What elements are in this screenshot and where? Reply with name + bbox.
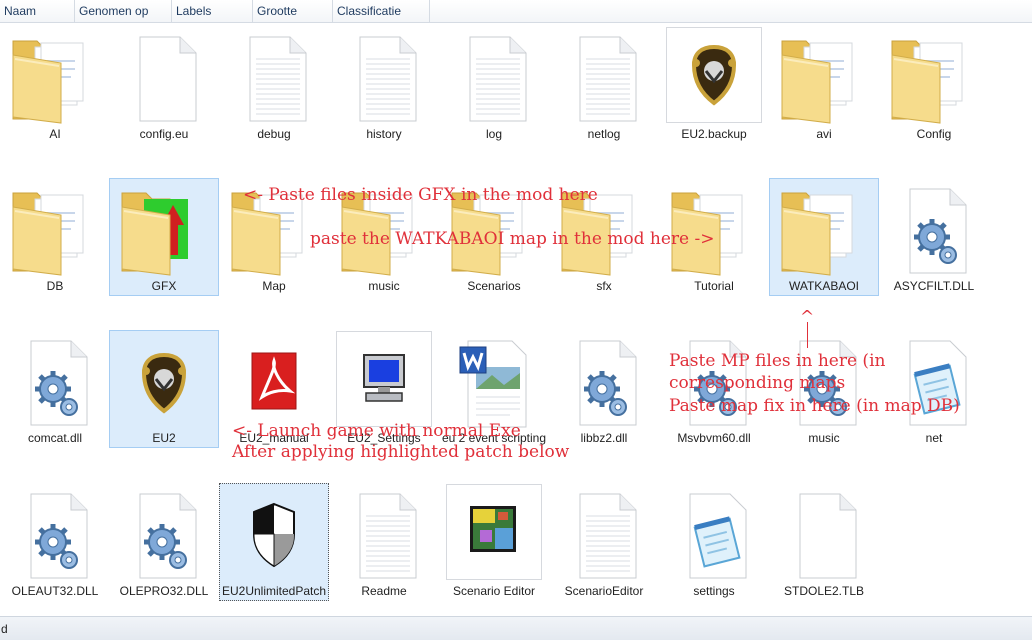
gear-icon [110, 490, 218, 582]
annotation-watkabaoi: paste the WATKABAOI map in the mod here … [310, 229, 715, 249]
file-label: Readme [361, 584, 407, 598]
gear-icon [880, 185, 988, 277]
file-label: DB [46, 279, 64, 293]
column-header-genomen-op[interactable]: Genomen op [75, 0, 172, 22]
file-item-debug[interactable]: debug [219, 26, 329, 144]
folder-icon [1, 33, 109, 125]
file-item-eu2unlimitedpatch[interactable]: EU2UnlimitedPatch [219, 483, 329, 601]
computer-icon [336, 331, 432, 427]
folder-icon [1, 185, 109, 277]
file-item-scenarioeditor[interactable]: ScenarioEditor [549, 483, 659, 601]
annotation-mp-line1: Paste MP files in here (in [669, 351, 886, 371]
column-header-naam[interactable]: Naam [0, 0, 75, 22]
file-label: Tutorial [694, 279, 734, 293]
gear-icon [1, 490, 109, 582]
annotation-launch-line2: After applying highlighted patch below [232, 442, 570, 462]
file-label: log [485, 127, 502, 141]
file-item-net[interactable]: net [879, 330, 989, 448]
file-item-libbz2-dll[interactable]: libbz2.dll [549, 330, 659, 448]
blank-icon [770, 490, 878, 582]
file-label: Map [262, 279, 286, 293]
file-label: WATKABAOI [788, 279, 859, 293]
file-item-olepro32-dll[interactable]: OLEPRO32.DLL [109, 483, 219, 601]
file-label: netlog [587, 127, 621, 141]
file-item-history[interactable]: history [329, 26, 439, 144]
status-bar: d [0, 616, 1032, 640]
folder-icon [770, 185, 878, 277]
file-item-config[interactable]: Config [879, 26, 989, 144]
file-label: Scenarios [467, 279, 521, 293]
annotation-mp-line3: Paste map fix in here (in map DB) [669, 396, 960, 416]
file-label: ASYCFILT.DLL [893, 279, 975, 293]
file-item-comcat-dll[interactable]: comcat.dll [0, 330, 110, 448]
file-item-stdole2-tlb[interactable]: STDOLE2.TLB [769, 483, 879, 601]
file-label: ScenarioEditor [564, 584, 644, 598]
file-label: Scenario Editor [452, 584, 536, 598]
file-item-gfx[interactable]: GFX [109, 178, 219, 296]
column-header-grootte[interactable]: Grootte [253, 0, 333, 22]
folder-icon [880, 33, 988, 125]
file-item-ai[interactable]: AI [0, 26, 110, 144]
file-item-avi[interactable]: avi [769, 26, 879, 144]
file-item-scenario-editor[interactable]: Scenario Editor [439, 483, 549, 601]
word-icon [440, 337, 548, 429]
file-label: OLEPRO32.DLL [119, 584, 209, 598]
file-label: EU2 [152, 431, 176, 445]
file-label: music [808, 431, 840, 445]
text-icon [440, 33, 548, 125]
shield-icon [110, 337, 218, 429]
column-header-labels[interactable]: Labels [172, 0, 253, 22]
gear-icon [550, 337, 658, 429]
file-label: debug [257, 127, 291, 141]
file-label: music [368, 279, 400, 293]
file-label: net [925, 431, 943, 445]
annotation-mp-line2: corresponding maps [669, 373, 846, 393]
file-item-eu2-backup[interactable]: EU2.backup [659, 26, 769, 144]
file-item-config-eu[interactable]: config.eu [109, 26, 219, 144]
file-item-db[interactable]: DB [0, 178, 110, 296]
shield-icon [666, 27, 762, 123]
file-label: avi [816, 127, 832, 141]
file-label: STDOLE2.TLB [783, 584, 865, 598]
file-label: sfx [596, 279, 612, 293]
text-icon [550, 490, 658, 582]
file-item-log[interactable]: log [439, 26, 549, 144]
text-icon [550, 33, 658, 125]
status-text: d [1, 622, 8, 636]
patch-icon [220, 490, 328, 582]
text-icon [330, 490, 438, 582]
map-icon [446, 484, 542, 580]
file-label: OLEAUT32.DLL [11, 584, 99, 598]
file-label: EU2UnlimitedPatch [221, 584, 327, 598]
annotation-arrow-line [807, 322, 808, 348]
file-item-asycfilt-dll[interactable]: ASYCFILT.DLL [879, 178, 989, 296]
folder-icon [110, 185, 218, 277]
file-item-settings[interactable]: settings [659, 483, 769, 601]
file-item-oleaut32-dll[interactable]: OLEAUT32.DLL [0, 483, 110, 601]
file-label: comcat.dll [27, 431, 83, 445]
file-item-readme[interactable]: Readme [329, 483, 439, 601]
annotation-launch-line1: <- Launch game with normal Exe [232, 421, 521, 441]
column-header-bar: Naam Genomen op Labels Grootte Classificatie [0, 0, 1032, 23]
annotation-gfx: <- Paste files inside GFX in the mod her… [243, 185, 598, 205]
file-label: EU2.backup [681, 127, 747, 141]
file-label: config.eu [139, 127, 189, 141]
file-label: Config [916, 127, 952, 141]
file-label: settings [693, 584, 735, 598]
blank-icon [110, 33, 218, 125]
file-label: Msvbvm60.dll [677, 431, 751, 445]
file-label: history [366, 127, 402, 141]
file-item-eu2[interactable]: EU2 [109, 330, 219, 448]
column-header-classificatie[interactable]: Classificatie [333, 0, 430, 22]
gear-icon [1, 337, 109, 429]
pdf-icon [220, 337, 328, 429]
file-item-watkabaoi[interactable]: WATKABAOI [769, 178, 879, 296]
file-label: AI [49, 127, 61, 141]
text-icon [330, 33, 438, 125]
file-label: GFX [151, 279, 177, 293]
notepad-icon [660, 490, 768, 582]
file-item-netlog[interactable]: netlog [549, 26, 659, 144]
folder-icon [770, 33, 878, 125]
text-icon [220, 33, 328, 125]
